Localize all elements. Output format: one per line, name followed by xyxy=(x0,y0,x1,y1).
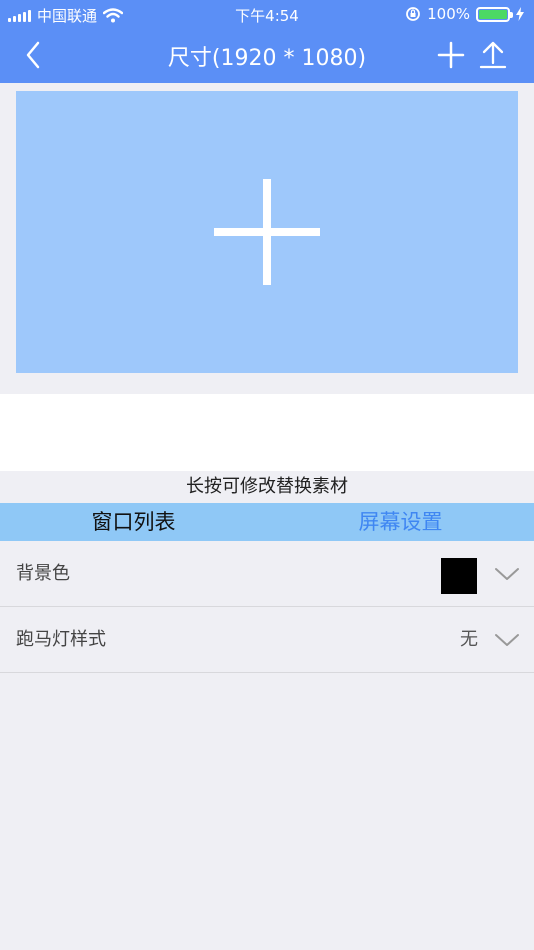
nav-bar: 尺寸(1920 * 1080) xyxy=(0,28,534,83)
upload-icon[interactable] xyxy=(478,39,508,71)
status-right: 100% xyxy=(405,5,524,23)
add-icon[interactable] xyxy=(436,40,466,70)
preview-area xyxy=(0,83,534,380)
chevron-down-icon[interactable] xyxy=(494,566,520,582)
background-color-label: 背景色 xyxy=(16,563,70,584)
chevron-down-icon[interactable] xyxy=(494,632,520,648)
marquee-style-label: 跑马灯样式 xyxy=(16,629,106,650)
tab-screen-settings[interactable]: 屏幕设置 xyxy=(267,503,534,541)
screen-preview[interactable] xyxy=(16,91,518,373)
background-color-row[interactable]: 背景色 xyxy=(0,541,534,607)
battery-percent: 100% xyxy=(427,5,470,23)
battery-icon xyxy=(476,6,513,22)
add-material-icon[interactable] xyxy=(214,179,320,285)
blank-panel xyxy=(0,394,534,471)
rotation-lock-icon xyxy=(406,7,421,21)
top-bar: 中国联通 下午4:54 100% 尺寸(1920 * 1080) xyxy=(0,0,534,83)
color-swatch[interactable] xyxy=(441,558,477,594)
marquee-style-value: 无 xyxy=(460,629,478,650)
tab-window-list[interactable]: 窗口列表 xyxy=(0,503,267,541)
tab-bar: 窗口列表 屏幕设置 xyxy=(0,503,534,541)
battery-fill xyxy=(479,9,507,19)
marquee-style-row[interactable]: 跑马灯样式 无 xyxy=(0,607,534,673)
status-bar: 中国联通 下午4:54 100% xyxy=(0,0,534,28)
charging-icon xyxy=(516,7,524,21)
hint-text: 长按可修改替换素材 xyxy=(0,471,534,503)
settings-list: 背景色 跑马灯样式 无 xyxy=(0,541,534,673)
